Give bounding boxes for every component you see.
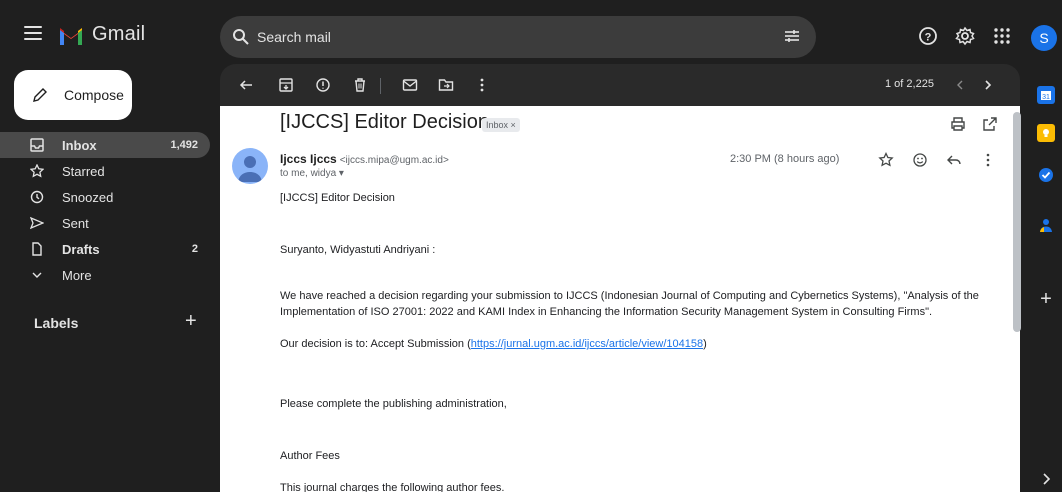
svg-text:?: ?: [925, 32, 932, 44]
keep-icon[interactable]: [1037, 124, 1055, 142]
search-bar[interactable]: Search mail: [220, 16, 816, 58]
recipients-toggle[interactable]: to me, widya ▾: [280, 168, 344, 179]
body-greeting: Suryanto, Widyastuti Andriyani :: [280, 244, 436, 256]
message-pane: [IJCCS] Editor Decision Inbox × Ijccs Ij…: [220, 106, 1020, 492]
contacts-icon[interactable]: [1037, 216, 1055, 234]
sender-name: Ijccs Ijccs: [280, 152, 337, 166]
submission-link[interactable]: https://jurnal.ugm.ac.id/ijccs/article/v…: [471, 338, 703, 350]
draft-icon: [32, 242, 42, 256]
print-icon[interactable]: [950, 116, 966, 132]
body-fees-line: This journal charges the following autho…: [280, 482, 505, 492]
top-bar: Gmail Search mail ? S: [0, 0, 1062, 64]
inbox-count: 1,492: [170, 139, 198, 151]
apps-grid-icon[interactable]: [992, 26, 1012, 46]
sidebar-item-more[interactable]: More: [0, 262, 210, 288]
clock-icon: [30, 190, 44, 204]
app-name: Gmail: [92, 23, 146, 45]
sidebar-item-label: Starred: [62, 164, 105, 179]
message-more-icon[interactable]: [980, 152, 996, 168]
sender-email: <ijccs.mipa@ugm.ac.id>: [339, 155, 449, 166]
body-paragraph: We have reached a decision regarding you…: [280, 290, 979, 318]
pagination-count: 1 of 2,225: [885, 78, 934, 90]
main-menu-button[interactable]: [22, 22, 44, 44]
drafts-count: 2: [191, 243, 198, 255]
sidebar-item-sent[interactable]: Sent: [0, 210, 210, 236]
sidebar-item-inbox[interactable]: Inbox 1,492: [0, 132, 210, 158]
tasks-icon[interactable]: [1037, 166, 1055, 184]
move-to-folder-icon[interactable]: [438, 77, 454, 93]
sidebar-item-drafts[interactable]: Drafts 2: [0, 236, 210, 262]
delete-trash-icon[interactable]: [352, 77, 368, 93]
archive-icon[interactable]: [278, 77, 294, 93]
account-avatar[interactable]: S: [1031, 25, 1057, 51]
body-subject-line: [IJCCS] Editor Decision: [280, 192, 395, 204]
compose-button[interactable]: Compose: [14, 70, 132, 120]
sender-avatar[interactable]: [232, 148, 268, 184]
reply-icon[interactable]: [946, 152, 962, 168]
add-label-button[interactable]: +: [185, 310, 197, 333]
decision-text: Our decision is to: Accept Submission (: [280, 338, 471, 350]
message-toolbar: 1 of 2,225: [220, 64, 1020, 106]
sidebar-item-label: Sent: [62, 216, 89, 231]
sidebar-nav: Inbox 1,492 Starred Snoozed Sent Drafts …: [0, 132, 210, 288]
search-icon[interactable]: [232, 28, 250, 46]
sidebar-item-label: Snoozed: [62, 190, 114, 205]
settings-gear-icon[interactable]: [955, 26, 975, 46]
gmail-m-icon: [60, 27, 82, 45]
add-addon-button[interactable]: +: [1037, 289, 1055, 309]
body-fees-title: Author Fees: [280, 450, 340, 462]
sidebar-item-label: More: [62, 268, 92, 283]
decision-suffix: ): [703, 338, 707, 350]
person-icon: [238, 156, 262, 182]
body-admin: Please complete the publishing administr…: [280, 398, 507, 410]
emoji-reaction-icon[interactable]: [912, 152, 928, 168]
star-icon: [30, 164, 44, 178]
sidebar-item-label: Drafts: [62, 242, 100, 257]
sidebar-item-snoozed[interactable]: Snoozed: [0, 184, 210, 210]
newer-chevron-left-icon[interactable]: [952, 77, 968, 93]
report-spam-icon[interactable]: [315, 77, 331, 93]
older-chevron-right-icon[interactable]: [980, 77, 996, 93]
toolbar-divider: [380, 78, 381, 94]
email-timestamp: 2:30 PM (8 hours ago): [730, 153, 840, 165]
compose-label: Compose: [64, 87, 124, 103]
more-options-icon[interactable]: [474, 77, 490, 93]
gmail-logo[interactable]: Gmail: [58, 23, 145, 46]
body-decision: Our decision is to: Accept Submission (h…: [280, 336, 1000, 352]
calendar-icon[interactable]: 31: [1037, 86, 1055, 104]
open-new-window-icon[interactable]: [982, 116, 998, 132]
inbox-label-chip[interactable]: Inbox ×: [482, 118, 520, 132]
expand-panel-chevron-icon[interactable]: [1037, 470, 1055, 488]
back-arrow-icon[interactable]: [238, 77, 254, 93]
help-icon[interactable]: ?: [918, 26, 938, 46]
search-input[interactable]: Search mail: [257, 29, 331, 45]
sender-line: Ijccs Ijccs <ijccs.mipa@ugm.ac.id>: [280, 152, 449, 166]
send-icon: [30, 216, 44, 230]
sidebar-item-label: Inbox: [62, 138, 97, 153]
sidebar-item-starred[interactable]: Starred: [0, 158, 210, 184]
pencil-icon: [33, 88, 47, 102]
inbox-icon: [30, 138, 44, 152]
labels-heading: Labels: [34, 315, 79, 331]
search-options-icon[interactable]: [784, 28, 800, 44]
mark-unread-icon[interactable]: [402, 77, 418, 93]
star-icon[interactable]: [878, 152, 894, 168]
chevron-down-icon: [32, 272, 42, 278]
email-subject: [IJCCS] Editor Decision: [280, 111, 489, 133]
svg-text:31: 31: [1042, 94, 1050, 101]
message-scrollbar[interactable]: [1013, 112, 1021, 332]
